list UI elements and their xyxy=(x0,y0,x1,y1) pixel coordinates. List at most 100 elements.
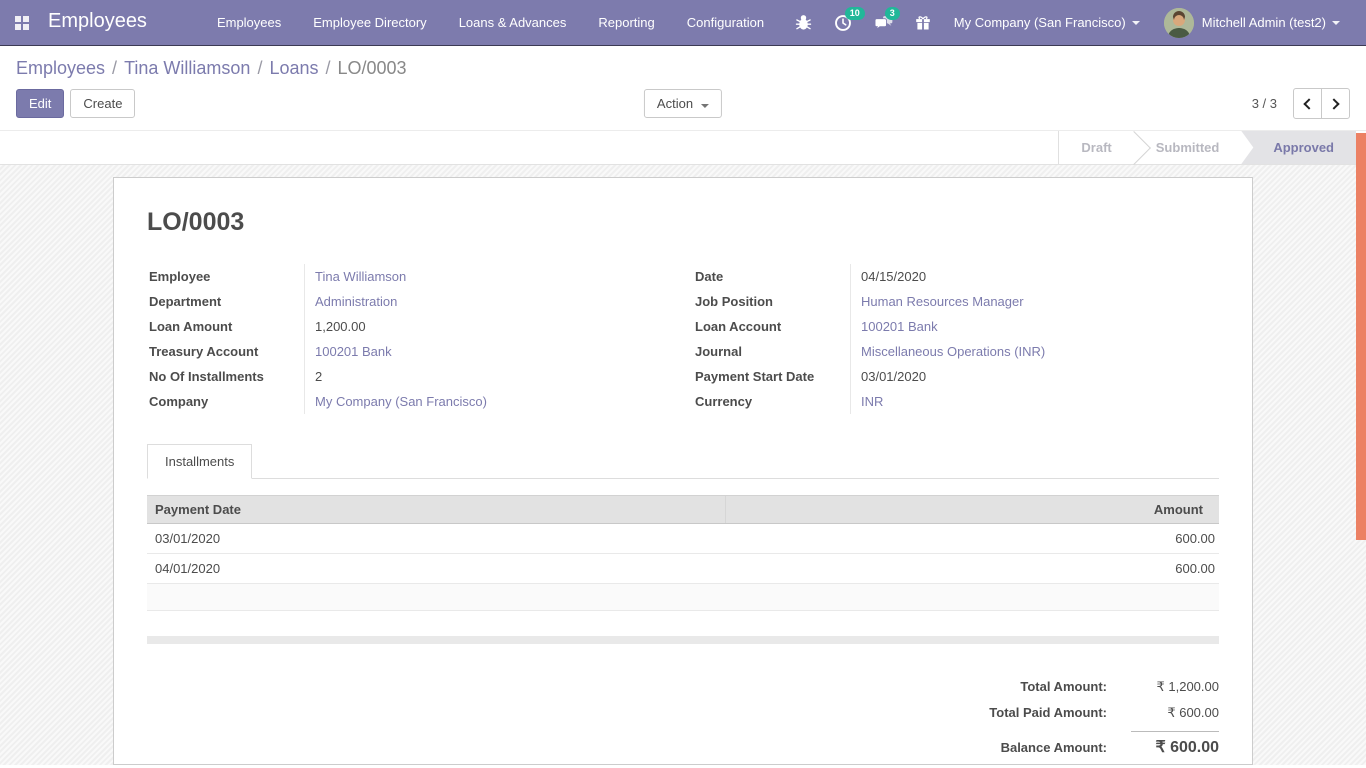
vertical-scrollbar[interactable] xyxy=(1356,133,1366,540)
field-value-currency[interactable]: INR xyxy=(861,394,883,409)
caret-down-icon xyxy=(701,104,709,108)
pager-next-button[interactable] xyxy=(1321,88,1350,119)
control-panel: Employees/Tina Williamson/Loans/LO/0003 … xyxy=(0,46,1366,130)
cell-amount[interactable]: 600.00 xyxy=(726,524,1219,554)
menu-loans-advances[interactable]: Loans & Advances xyxy=(443,0,583,45)
company-name: My Company (San Francisco) xyxy=(954,15,1126,30)
totals-section: Total Amount: ₹ 1,200.00 Total Paid Amou… xyxy=(147,679,1219,757)
field-value-loan-account[interactable]: 100201 Bank xyxy=(861,319,938,334)
menu-employees[interactable]: Employees xyxy=(201,0,297,45)
caret-down-icon xyxy=(1132,21,1140,25)
table-header-row: Payment Date Amount xyxy=(147,496,1219,524)
tab-bar: Installments xyxy=(147,444,1219,479)
field-label-company: Company xyxy=(147,389,305,414)
breadcrumb-loans[interactable]: Loans xyxy=(269,58,318,78)
debug-button[interactable] xyxy=(784,0,823,45)
chevron-left-icon xyxy=(1303,98,1314,109)
table-row[interactable]: 04/01/2020 600.00 xyxy=(147,554,1219,584)
total-paid-amount-label: Total Paid Amount: xyxy=(989,705,1131,720)
menu-employee-directory[interactable]: Employee Directory xyxy=(297,0,442,45)
top-menu: Employees Employee Directory Loans & Adv… xyxy=(201,0,780,45)
breadcrumb-tina-williamson[interactable]: Tina Williamson xyxy=(124,58,250,78)
field-value-company[interactable]: My Company (San Francisco) xyxy=(315,394,487,409)
status-step-approved[interactable]: Approved xyxy=(1241,131,1356,164)
menu-configuration[interactable]: Configuration xyxy=(671,0,780,45)
apps-menu-button[interactable] xyxy=(0,0,44,45)
action-dropdown-label: Action xyxy=(657,96,693,111)
notebook: Installments Payment Date Amount 03/01/2… xyxy=(147,444,1219,644)
field-label-loan-account: Loan Account xyxy=(693,314,851,339)
column-header-amount[interactable]: Amount xyxy=(726,496,1219,524)
field-label-payment-start-date: Payment Start Date xyxy=(693,364,851,389)
company-switcher[interactable]: My Company (San Francisco) xyxy=(942,0,1152,45)
pager: 3 / 3 xyxy=(1252,88,1350,119)
activities-button[interactable]: 10 xyxy=(823,0,863,45)
field-label-treasury-account: Treasury Account xyxy=(147,339,305,364)
field-label-department: Department xyxy=(147,289,305,314)
table-empty-row xyxy=(147,584,1219,611)
statusbar: Draft Submitted Approved xyxy=(0,130,1366,165)
apps-grid-icon xyxy=(15,16,29,30)
user-avatar xyxy=(1164,8,1194,38)
bug-icon xyxy=(795,14,812,31)
field-label-employee: Employee xyxy=(147,264,305,289)
balance-amount-value: ₹ 600.00 xyxy=(1131,731,1219,757)
total-paid-amount-value: ₹ 600.00 xyxy=(1131,705,1219,721)
action-dropdown-button[interactable]: Action xyxy=(644,89,722,118)
column-header-payment-date[interactable]: Payment Date xyxy=(147,496,726,524)
cell-payment-date[interactable]: 04/01/2020 xyxy=(147,554,726,584)
pager-value: 3 / 3 xyxy=(1252,96,1277,111)
field-value-employee[interactable]: Tina Williamson xyxy=(315,269,406,284)
field-value-journal[interactable]: Miscellaneous Operations (INR) xyxy=(861,344,1045,359)
field-value-payment-start-date: 03/01/2020 xyxy=(851,364,1219,389)
breadcrumb-current: LO/0003 xyxy=(338,58,407,78)
record-title: LO/0003 xyxy=(147,208,1219,237)
field-value-no-of-installments: 2 xyxy=(305,364,673,389)
field-group-right: Date 04/15/2020 Job Position Human Resou… xyxy=(693,264,1219,414)
breadcrumb-separator: / xyxy=(326,58,331,78)
button-row: Edit Create Action 3 / 3 xyxy=(16,88,1350,119)
tab-installments[interactable]: Installments xyxy=(147,444,252,479)
create-button[interactable]: Create xyxy=(70,89,135,118)
activities-count-badge: 10 xyxy=(845,7,865,20)
cell-payment-date[interactable]: 03/01/2020 xyxy=(147,524,726,554)
balance-amount-label: Balance Amount: xyxy=(989,740,1131,755)
table-row[interactable]: 03/01/2020 600.00 xyxy=(147,524,1219,554)
field-value-date: 04/15/2020 xyxy=(851,264,1219,289)
form-view-background: LO/0003 Employee Tina Williamson Departm… xyxy=(0,165,1366,765)
status-steps: Draft Submitted Approved xyxy=(1058,131,1356,164)
messages-button[interactable]: 3 xyxy=(863,0,904,45)
field-value-loan-amount: 1,200.00 xyxy=(305,314,673,339)
app-brand[interactable]: Employees xyxy=(44,10,155,35)
chevron-right-icon xyxy=(1328,98,1339,109)
menu-reporting[interactable]: Reporting xyxy=(582,0,670,45)
installments-table: Payment Date Amount 03/01/2020 600.00 04… xyxy=(147,495,1219,611)
pager-previous-button[interactable] xyxy=(1293,88,1322,119)
field-value-treasury-account[interactable]: 100201 Bank xyxy=(315,344,392,359)
field-group-left: Employee Tina Williamson Department Admi… xyxy=(147,264,673,414)
field-label-date: Date xyxy=(693,264,851,289)
gift-icon xyxy=(915,14,931,31)
cell-amount[interactable]: 600.00 xyxy=(726,554,1219,584)
field-label-no-of-installments: No Of Installments xyxy=(147,364,305,389)
form-sheet: LO/0003 Employee Tina Williamson Departm… xyxy=(113,177,1253,765)
total-amount-label: Total Amount: xyxy=(989,679,1131,694)
user-menu[interactable]: Mitchell Admin (test2) xyxy=(1152,0,1352,45)
user-name: Mitchell Admin (test2) xyxy=(1202,15,1326,30)
list-footer-bar xyxy=(147,636,1219,644)
total-amount-value: ₹ 1,200.00 xyxy=(1131,679,1219,695)
field-label-job-position: Job Position xyxy=(693,289,851,314)
breadcrumb: Employees/Tina Williamson/Loans/LO/0003 xyxy=(16,58,1350,79)
breadcrumb-separator: / xyxy=(257,58,262,78)
edit-button[interactable]: Edit xyxy=(16,89,64,118)
rewards-button[interactable] xyxy=(904,0,942,45)
messages-count-badge: 3 xyxy=(885,7,900,20)
field-label-loan-amount: Loan Amount xyxy=(147,314,305,339)
field-label-journal: Journal xyxy=(693,339,851,364)
field-value-job-position[interactable]: Human Resources Manager xyxy=(861,294,1024,309)
breadcrumb-employees[interactable]: Employees xyxy=(16,58,105,78)
top-navbar: Employees Employees Employee Directory L… xyxy=(0,0,1366,46)
field-label-currency: Currency xyxy=(693,389,851,414)
field-value-department[interactable]: Administration xyxy=(315,294,397,309)
caret-down-icon xyxy=(1332,21,1340,25)
